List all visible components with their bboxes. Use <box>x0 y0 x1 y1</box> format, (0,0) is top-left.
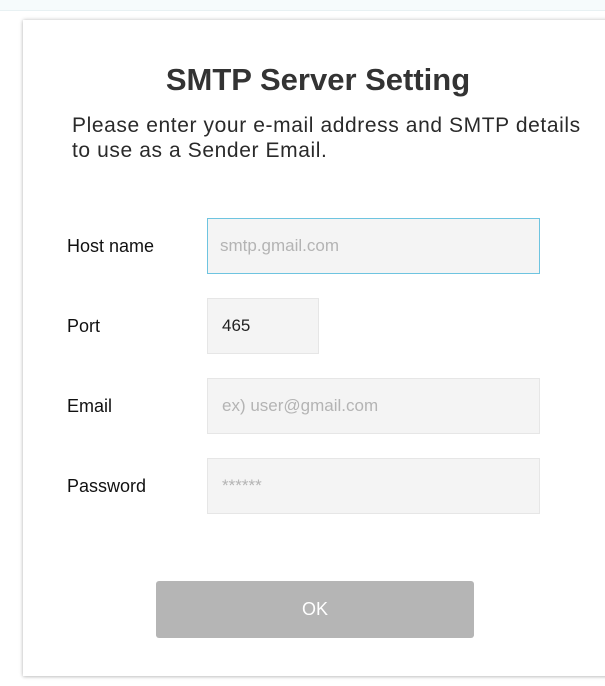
ok-button[interactable]: OK <box>156 581 474 638</box>
dialog-subtitle: Please enter your e-mail address and SMT… <box>72 114 581 162</box>
dialog-title: SMTP Server Setting <box>165 62 471 97</box>
host-name-label: Host name <box>67 236 155 256</box>
email-label: Email <box>67 396 113 416</box>
host-name-input[interactable] <box>207 218 540 274</box>
port-label: Port <box>67 316 101 336</box>
email-input[interactable] <box>207 378 540 434</box>
page-top-rule <box>0 0 605 11</box>
password-input[interactable] <box>207 458 540 514</box>
port-input[interactable] <box>207 298 319 354</box>
password-label: Password <box>67 476 147 496</box>
smtp-settings-dialog: SMTP Server Setting Please enter your e-… <box>23 20 605 676</box>
